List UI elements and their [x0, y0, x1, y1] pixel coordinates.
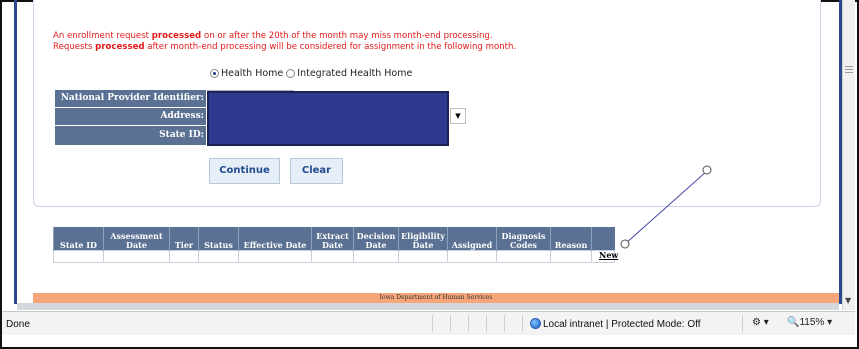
agency-footer: Iowa Department of Human Services — [33, 293, 839, 303]
zoom-magnifier-icon: 🔍 — [787, 317, 800, 328]
statusbar-divider — [432, 315, 433, 332]
statusbar-divider — [522, 315, 523, 332]
callout-handle-start — [620, 239, 630, 249]
globe-icon — [530, 318, 541, 329]
footer-bar — [17, 303, 839, 310]
protected-mode-icon[interactable]: ⚙ ▾ — [752, 317, 769, 328]
zoom-level: 115% — [799, 317, 825, 328]
callout-handle-end — [702, 165, 712, 175]
security-zone[interactable]: Local intranet | Protected Mode: Off — [530, 318, 701, 330]
security-zone-label: Local intranet | Protected Mode: Off — [543, 319, 701, 330]
statusbar-divider — [450, 315, 451, 332]
statusbar-divider — [742, 315, 743, 332]
zoom-control[interactable]: 🔍115% ▾ — [787, 317, 832, 328]
status-text: Done — [6, 319, 30, 330]
statusbar-divider — [468, 315, 469, 332]
statusbar-divider — [486, 315, 487, 332]
callout-line — [624, 170, 708, 245]
browser-statusbar: Done Local intranet | Protected Mode: Of… — [2, 311, 855, 335]
statusbar-divider — [504, 315, 505, 332]
